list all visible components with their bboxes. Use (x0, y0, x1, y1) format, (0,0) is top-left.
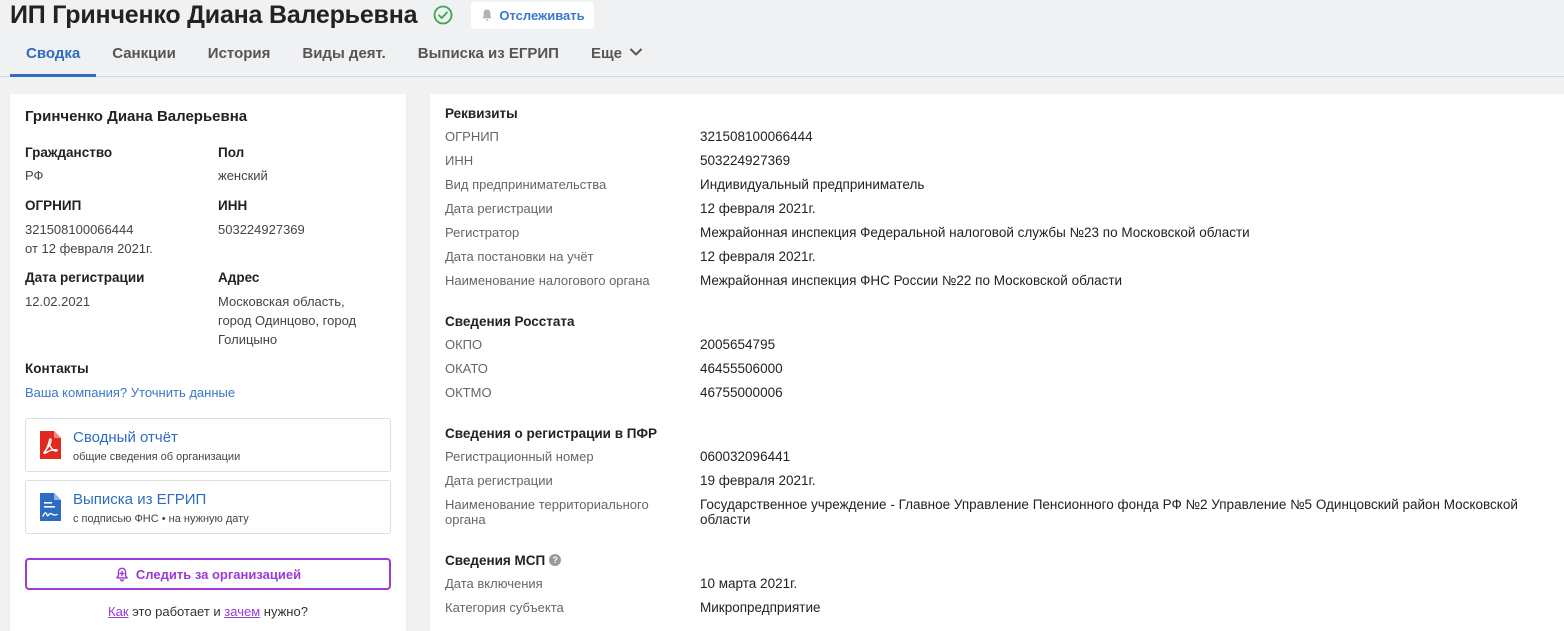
summary-report-title: Сводный отчёт (73, 429, 178, 446)
egrip-extract-card[interactable]: Выписка из ЕГРИП с подписью ФНС • на нуж… (25, 480, 391, 534)
requisites-row-value: Межрайонная инспекция Федеральной налого… (700, 225, 1250, 240)
requisites-row-label: ИНН (445, 153, 474, 168)
person-name: Гринченко Диана Валерьевна (25, 108, 248, 125)
tab-more[interactable]: Еще (575, 36, 658, 77)
reg-date-value: 12.02.2021 (25, 294, 91, 309)
requisites-row-value: Индивидуальный предприниматель (700, 177, 925, 192)
rosstat-row-value: 2005654795 (700, 337, 776, 352)
contacts-label: Контакты (25, 361, 89, 376)
requisites-row-label: Наименование налогового органа (445, 273, 650, 288)
follow-button[interactable]: Отслеживать (471, 1, 594, 29)
egrip-extract-title: Выписка из ЕГРИП (73, 491, 207, 508)
tab-activities[interactable]: Виды деят. (286, 36, 401, 77)
ogrnip-date: от 12 февраля 2021г. (25, 241, 153, 256)
page-title: ИП Гринченко Диана Валерьевна (10, 0, 418, 29)
summary-card: Гринченко Диана Валерьевна Гражданство Р… (10, 94, 406, 631)
rosstat-row-label: ОКТМО (445, 385, 492, 400)
pfr-row-value: 060032096441 (700, 449, 791, 464)
help-icon[interactable]: ? (549, 554, 562, 567)
requisites-row-value: 321508100066444 (700, 129, 813, 144)
egrip-extract-subtitle: с подписью ФНС • на нужную дату (73, 513, 249, 525)
watch-organization-button[interactable]: Следить за организацией (25, 558, 391, 590)
why-link[interactable]: зачем (224, 604, 260, 619)
follow-button-label: Отслеживать (499, 7, 585, 23)
signed-document-icon (40, 493, 61, 521)
watch-organization-label: Следить за организацией (135, 566, 302, 582)
pfr-row-label: Наименование территориального органа (445, 497, 649, 527)
inn-label: ИНН (218, 198, 248, 213)
citizenship-value: РФ (25, 168, 44, 183)
pfr-row-label: Регистрационный номер (445, 449, 594, 464)
rosstat-row-label: ОКАТО (445, 361, 488, 376)
address-line-2: город Одинцово, город (218, 313, 357, 328)
rosstat-title: Сведения Росстата (445, 314, 575, 329)
how-text-middle: это работает и (128, 604, 225, 619)
requisites-row-label: Дата регистрации (445, 201, 553, 216)
bell-plus-icon (116, 567, 128, 582)
rosstat-row-label: ОКПО (445, 337, 483, 352)
requisites-row-label: Дата постановки на учёт (445, 249, 594, 264)
reg-date-label: Дата регистрации (25, 270, 145, 285)
requisites-row-value: 503224927369 (700, 153, 791, 168)
address-label: Адрес (218, 270, 260, 285)
inn-value: 503224927369 (218, 222, 305, 237)
page-header: ИП Гринченко Диана Валерьевна Отслеживат… (0, 0, 1564, 77)
pfr-row-value: 19 февраля 2021г. (700, 473, 816, 488)
requisites-row-value: 12 февраля 2021г. (700, 249, 816, 264)
address-line-1: Московская область, (218, 294, 345, 309)
summary-report-card[interactable]: Сводный отчёт общие сведения об организа… (25, 418, 391, 472)
tab-sanctions[interactable]: Санкции (96, 36, 192, 77)
ogrnip-value: 321508100066444 (25, 222, 134, 237)
tab-summary[interactable]: Сводка (10, 36, 97, 77)
requisites-row-label: Вид предпринимательства (445, 177, 607, 192)
msp-row-label: Дата включения (445, 576, 543, 591)
how-it-works-text: Как это работает и зачем нужно? (10, 604, 406, 619)
tab-more-label: Еще (590, 45, 622, 62)
msp-row-label: Категория субъекта (445, 600, 564, 615)
msp-title-text: Сведения МСП (445, 553, 546, 568)
details-card: Реквизиты ОГРНИП 321508100066444 ИНН 503… (430, 94, 1564, 631)
pfr-row-label: Дата регистрации (445, 473, 553, 488)
msp-title: Сведения МСП? (445, 553, 562, 568)
requisites-row-label: ОГРНИП (445, 129, 499, 144)
verified-check-icon (433, 5, 453, 25)
how-link[interactable]: Как (108, 604, 129, 619)
msp-row-value: 10 марта 2021г. (700, 576, 798, 591)
chevron-down-icon (629, 48, 642, 56)
requisites-row-value: 12 февраля 2021г. (700, 201, 816, 216)
summary-report-subtitle: общие сведения об организации (73, 451, 241, 463)
tab-bar: Сводка Санкции История Виды деят. Выписк… (10, 36, 658, 77)
pdf-icon (40, 431, 61, 459)
how-text-end: нужно? (260, 604, 308, 619)
title-row: ИП Гринченко Диана Валерьевна Отслеживат… (10, 0, 594, 30)
clarify-data-link[interactable]: Ваша компания? Уточнить данные (25, 383, 235, 402)
pfr-title: Сведения о регистрации в ПФР (445, 426, 658, 441)
requisites-row-label: Регистратор (445, 225, 520, 240)
tab-egrip-extract[interactable]: Выписка из ЕГРИП (402, 36, 575, 77)
pfr-row-value: Государственное учреждение - Главное Упр… (700, 497, 1518, 527)
gender-value: женский (218, 168, 268, 183)
address-line-3: Голицыно (218, 332, 278, 347)
gender-label: Пол (218, 145, 245, 160)
bell-icon (482, 9, 493, 21)
requisites-row-value: Межрайонная инспекция ФНС России №22 по … (700, 273, 1123, 288)
citizenship-label: Гражданство (25, 145, 113, 160)
rosstat-row-value: 46455506000 (700, 361, 783, 376)
msp-row-value: Микропредприятие (700, 600, 821, 615)
ogrnip-label: ОГРНИП (25, 198, 82, 213)
requisites-title: Реквизиты (445, 106, 518, 121)
tab-history[interactable]: История (192, 36, 287, 77)
rosstat-row-value: 46755000006 (700, 385, 783, 400)
